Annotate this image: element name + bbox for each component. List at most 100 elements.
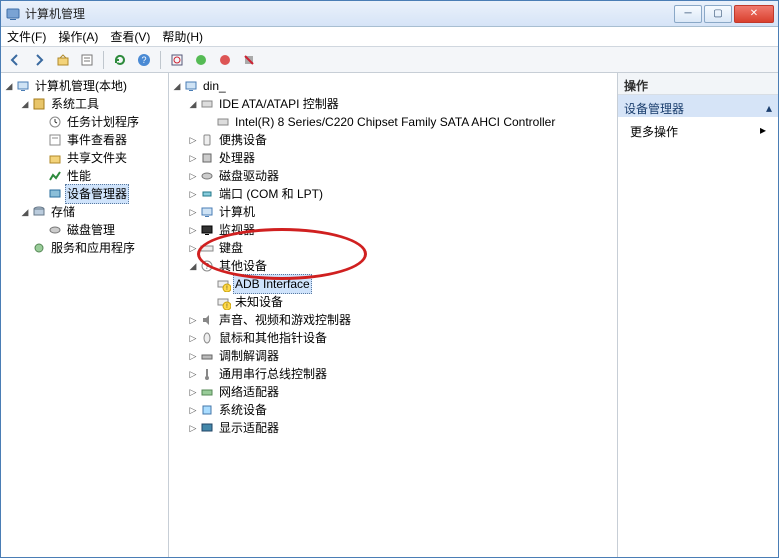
tree-item[interactable]: 事件查看器 — [35, 131, 166, 149]
actions-section[interactable]: 设备管理器 ▴ — [618, 95, 778, 117]
main-area: ◢计算机管理(本地)◢系统工具任务计划程序事件查看器共享文件夹性能设备管理器◢存… — [1, 73, 778, 557]
tree-item[interactable]: ◢IDE ATA/ATAPI 控制器 — [187, 95, 615, 113]
toolbar-forward-button[interactable] — [29, 50, 49, 70]
tree-label: 设备管理器 — [65, 184, 129, 204]
back-icon — [7, 52, 23, 68]
expand-icon[interactable]: ▷ — [187, 152, 199, 164]
expand-icon[interactable]: ▷ — [187, 422, 199, 434]
expand-icon — [203, 116, 215, 128]
close-button[interactable]: ✕ — [734, 5, 774, 23]
tree-label: 任务计划程序 — [65, 113, 141, 131]
tree-item[interactable]: ▷便携设备 — [187, 131, 615, 149]
tree-item[interactable]: !ADB Interface — [203, 275, 615, 293]
expand-icon[interactable]: ▷ — [187, 188, 199, 200]
toolbar-back-button[interactable] — [5, 50, 25, 70]
expand-icon[interactable]: ▷ — [187, 332, 199, 344]
disk-icon — [47, 222, 63, 238]
props-icon — [79, 52, 95, 68]
tree-item[interactable]: !未知设备 — [203, 293, 615, 311]
window-buttons: ─ ▢ ✕ — [674, 5, 774, 23]
tree-label: 磁盘管理 — [65, 221, 117, 239]
ide-icon — [215, 114, 231, 130]
collapse-icon[interactable]: ◢ — [171, 80, 183, 92]
toolbar-scan-button[interactable] — [167, 50, 187, 70]
task-icon — [47, 114, 63, 130]
tree-item[interactable]: ▷调制解调器 — [187, 347, 615, 365]
toolbar-uninstall-button[interactable] — [239, 50, 259, 70]
devmgr-icon — [47, 186, 63, 202]
expand-icon — [35, 134, 47, 146]
ide-icon — [199, 96, 215, 112]
menu-action[interactable]: 操作(A) — [58, 28, 98, 45]
expand-icon — [35, 188, 47, 200]
actions-header: 操作 — [618, 73, 778, 95]
collapse-icon[interactable]: ◢ — [19, 206, 31, 218]
expand-icon — [19, 242, 31, 254]
toolbar-disable-button[interactable] — [215, 50, 235, 70]
expand-icon[interactable]: ▷ — [187, 368, 199, 380]
expand-icon[interactable]: ▷ — [187, 314, 199, 326]
tree-item[interactable]: ▷显示适配器 — [187, 419, 615, 437]
expand-icon[interactable]: ▷ — [187, 242, 199, 254]
tree-item[interactable]: ▷鼠标和其他指针设备 — [187, 329, 615, 347]
tree-item[interactable]: ▷ 处理器 — [187, 149, 615, 167]
expand-icon[interactable]: ▷ — [187, 404, 199, 416]
tree-item[interactable]: ▷声音、视频和游戏控制器 — [187, 311, 615, 329]
expand-icon[interactable]: ▷ — [187, 350, 199, 362]
tree-item[interactable]: Intel(R) 8 Series/C220 Chipset Family SA… — [203, 113, 615, 131]
collapse-icon[interactable]: ◢ — [187, 260, 199, 272]
tree-label: 处理器 — [217, 149, 257, 167]
toolbar-enable-button[interactable] — [191, 50, 211, 70]
window-title: 计算机管理 — [25, 5, 674, 22]
more-actions[interactable]: 更多操作 ▸ — [618, 117, 778, 146]
tree-item[interactable]: 磁盘管理 — [35, 221, 166, 239]
tree-item[interactable]: 任务计划程序 — [35, 113, 166, 131]
menu-help[interactable]: 帮助(H) — [162, 28, 203, 45]
expand-icon[interactable]: ▷ — [187, 206, 199, 218]
collapse-icon: ▴ — [766, 101, 772, 115]
tree-label: 性能 — [65, 167, 93, 185]
toolbar-refresh-button[interactable] — [110, 50, 130, 70]
expand-icon[interactable]: ▷ — [187, 224, 199, 236]
chevron-right-icon: ▸ — [760, 123, 766, 140]
tree-item[interactable]: ◢din_ — [171, 77, 615, 95]
tree-item[interactable]: ▷磁盘驱动器 — [187, 167, 615, 185]
toolbar-separator — [160, 51, 161, 69]
toolbar-up-button[interactable] — [53, 50, 73, 70]
tree-label: 计算机管理(本地) — [33, 77, 129, 95]
tree-item[interactable]: 设备管理器 — [35, 185, 166, 203]
expand-icon[interactable]: ▷ — [187, 170, 199, 182]
tree-item[interactable]: ▷端口 (COM 和 LPT) — [187, 185, 615, 203]
maximize-button[interactable]: ▢ — [704, 5, 732, 23]
tree-item[interactable]: ▷计算机 — [187, 203, 615, 221]
warn-icon: ! — [215, 294, 231, 310]
tree-label: 通用串行总线控制器 — [217, 365, 329, 383]
scan-icon — [169, 52, 185, 68]
collapse-icon[interactable]: ◢ — [3, 80, 15, 92]
tree-item[interactable]: ◢系统工具 — [19, 95, 166, 113]
tree-item[interactable]: 性能 — [35, 167, 166, 185]
toolbar: ? — [1, 47, 778, 73]
toolbar-help-button[interactable]: ? — [134, 50, 154, 70]
tree-item[interactable]: ◢存储 — [19, 203, 166, 221]
expand-icon — [203, 296, 215, 308]
tree-item[interactable]: ▷ 通用串行总线控制器 — [187, 365, 615, 383]
tree-item[interactable]: ◢ 计算机管理(本地) — [3, 77, 166, 95]
tree-item[interactable]: ▷网络适配器 — [187, 383, 615, 401]
tree-item[interactable]: ▷监视器 — [187, 221, 615, 239]
collapse-icon[interactable]: ◢ — [187, 98, 199, 110]
minimize-button[interactable]: ─ — [674, 5, 702, 23]
tree-item[interactable]: 共享文件夹 — [35, 149, 166, 167]
expand-icon[interactable]: ▷ — [187, 386, 199, 398]
help-icon: ? — [136, 52, 152, 68]
toolbar-props-button[interactable] — [77, 50, 97, 70]
tree-item[interactable]: ▷系统设备 — [187, 401, 615, 419]
menu-view[interactable]: 查看(V) — [110, 28, 150, 45]
tree-item[interactable]: ▷键盘 — [187, 239, 615, 257]
expand-icon[interactable]: ▷ — [187, 134, 199, 146]
tree-item[interactable]: 服务和应用程序 — [19, 239, 166, 257]
expand-icon — [35, 170, 47, 182]
tree-item[interactable]: ◢?其他设备 — [187, 257, 615, 275]
collapse-icon[interactable]: ◢ — [19, 98, 31, 110]
menu-file[interactable]: 文件(F) — [7, 28, 46, 45]
